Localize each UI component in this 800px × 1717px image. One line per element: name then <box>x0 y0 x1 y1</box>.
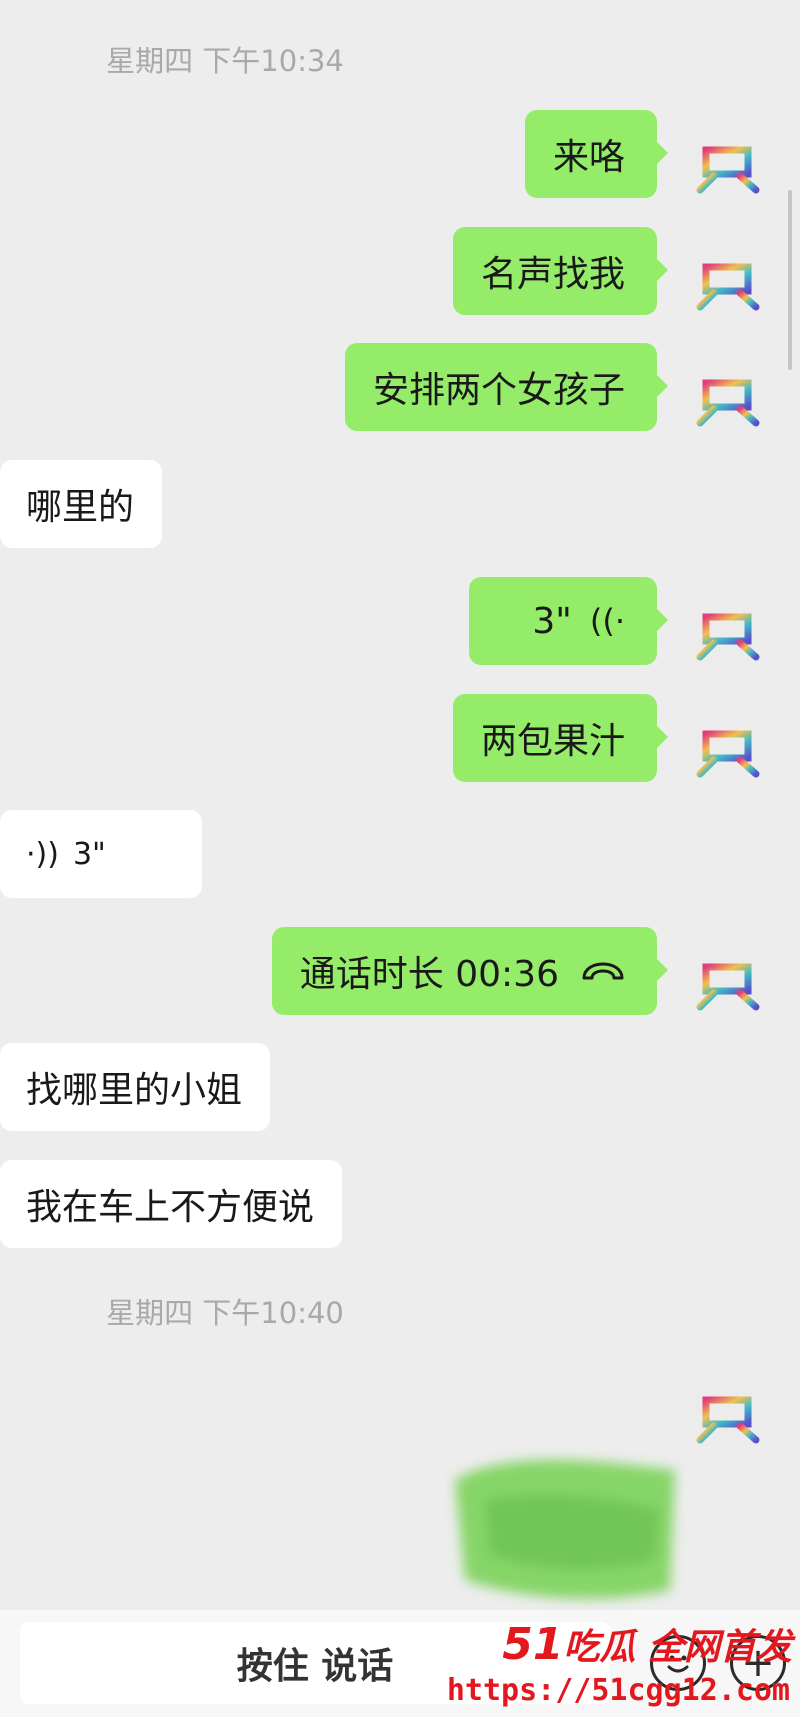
voice-wave-icon: ((· <box>589 602 625 640</box>
voice-wave-icon: ·)) <box>26 836 59 872</box>
message-bubble-incoming[interactable]: 我在车上不方便说 <box>0 1160 343 1248</box>
watermark: 51吃瓜 全网首发 https://51cgg12.com <box>447 1618 800 1717</box>
call-record-bubble[interactable]: 通话时长 00:36 <box>271 927 669 1015</box>
watermark-number: 51 <box>502 1619 564 1670</box>
watermark-text: 吃瓜 全网首发 <box>563 1627 792 1668</box>
voice-duration: 3" <box>72 836 106 872</box>
avatar[interactable] <box>684 227 770 313</box>
avatar[interactable] <box>684 110 770 196</box>
message-text: 安排两个女孩子 <box>372 370 625 411</box>
avatar[interactable] <box>684 694 770 780</box>
message-text: 名声找我 <box>480 254 625 295</box>
message-text: 找哪里的小姐 <box>26 1070 243 1111</box>
timestamp: 星期四 下午10:40 <box>106 1296 344 1330</box>
message-bubble-outgoing[interactable]: 来咯 <box>524 110 669 198</box>
scrollbar[interactable] <box>788 190 792 370</box>
message-bubble-outgoing[interactable]: 两包果汁 <box>452 694 669 782</box>
call-duration-text: 通话时长 00:36 <box>299 954 559 995</box>
message-bubble-outgoing[interactable]: 名声找我 <box>452 227 669 315</box>
message-bubble-outgoing[interactable]: 安排两个女孩子 <box>344 343 669 431</box>
watermark-url: https://51cgg12.com <box>446 1673 790 1708</box>
watermark-title: 51吃瓜 全网首发 <box>502 1618 792 1670</box>
message-bubble-incoming[interactable]: 找哪里的小姐 <box>0 1043 271 1131</box>
voice-message-outgoing[interactable]: 3" ((· <box>469 577 668 665</box>
timestamp: 星期四 下午10:34 <box>106 44 344 78</box>
message-text: 来咯 <box>552 137 625 178</box>
avatar[interactable] <box>684 927 770 1013</box>
redacted-message[interactable] <box>445 1440 685 1614</box>
message-text: 哪里的 <box>26 487 135 528</box>
message-text: 我在车上不方便说 <box>26 1187 315 1228</box>
avatar[interactable] <box>684 1360 770 1446</box>
voice-message-incoming[interactable]: ·)) 3" <box>0 810 202 898</box>
phone-hangup-icon <box>581 951 625 992</box>
voice-duration: 3" <box>532 600 572 642</box>
message-bubble-incoming[interactable]: 哪里的 <box>0 460 163 548</box>
avatar[interactable] <box>684 577 770 663</box>
message-text: 两包果汁 <box>480 721 625 762</box>
avatar[interactable] <box>684 343 770 429</box>
